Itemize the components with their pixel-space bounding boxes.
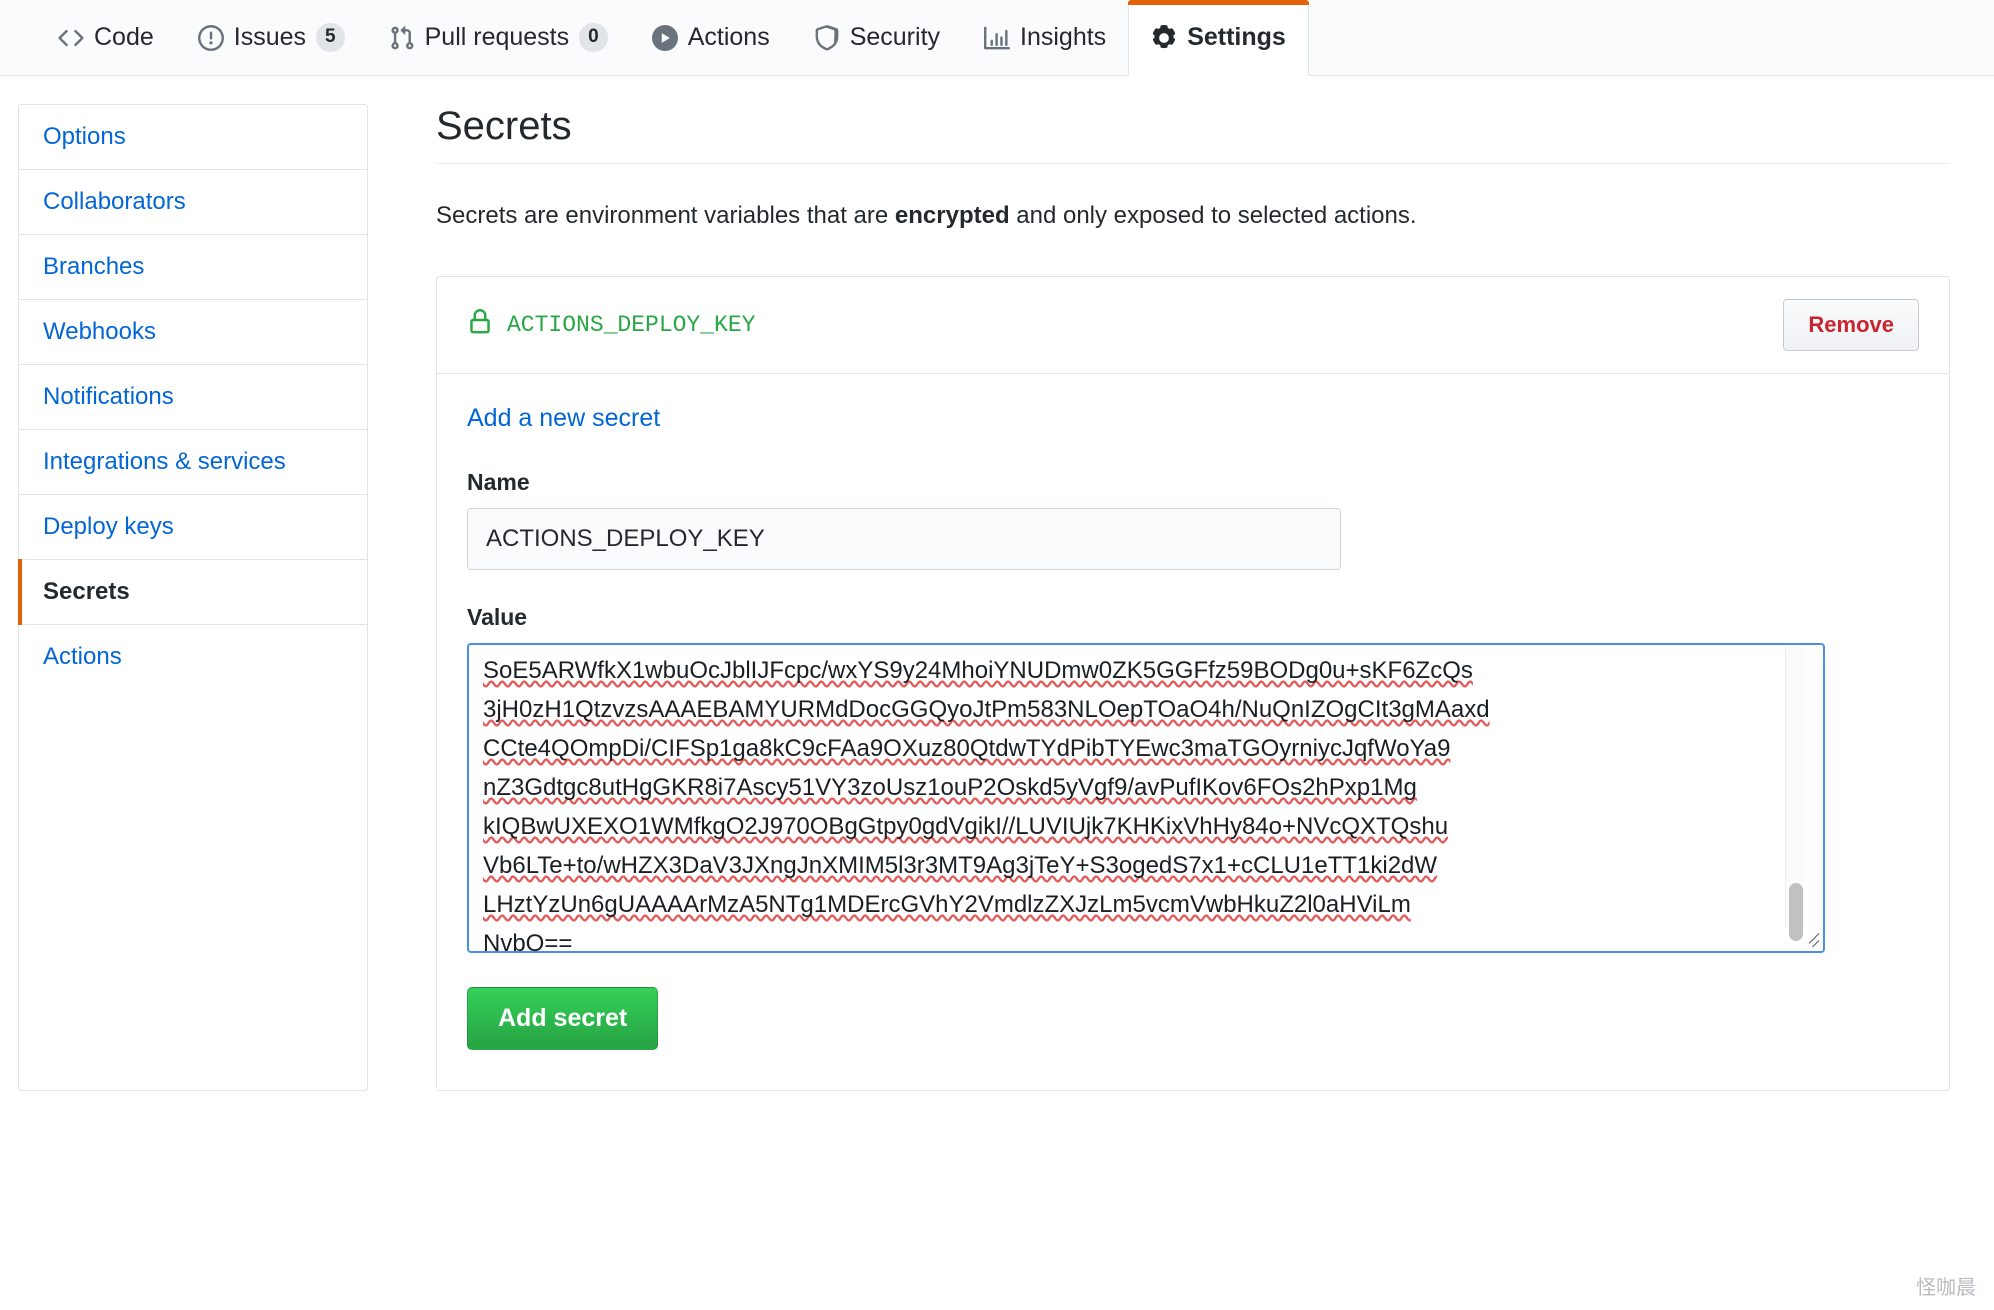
add-new-secret-link[interactable]: Add a new secret [467,404,660,433]
secret-value-line: nZ3Gdtgc8utHgGKR8i7Ascy51VY3zoUsz1ouP2Os… [483,768,1779,807]
secret-name-input[interactable] [467,508,1341,570]
description-emphasis: encrypted [895,202,1010,229]
tab-code[interactable]: Code [36,0,176,75]
secret-name-label: ACTIONS_DEPLOY_KEY [507,312,755,338]
sidebar-item-collaborators[interactable]: Collaborators [19,170,367,235]
code-icon [58,25,84,51]
sidebar-item-integrations-services[interactable]: Integrations & services [19,430,367,495]
secret-value-line: NvbQ== [483,924,1779,951]
shield-icon [814,25,840,51]
secret-name-group: ACTIONS_DEPLOY_KEY [467,309,755,342]
secret-value-textarea[interactable]: SoE5ARWfkX1wbuOcJblIJFcpc/wxYS9y24MhoiYN… [467,643,1825,953]
tab-settings-label: Settings [1187,25,1286,50]
repository-nav: Code Issues 5 Pull requests 0 Actions Se… [0,0,1994,76]
tab-pull-requests-label: Pull requests [425,25,570,50]
secret-value-line: CCte4QOmpDi/CIFSp1ga8kC9cFAa9OXuz80QtdwT… [483,729,1779,768]
secret-value-line: SoE5ARWfkX1wbuOcJblIJFcpc/wxYS9y24MhoiYN… [483,651,1779,690]
watermark: 怪咖晨 [1916,1271,1976,1300]
secrets-description: Secrets are environment variables that a… [436,198,1950,234]
pull-requests-count-badge: 0 [579,23,608,52]
secret-value-line: Vb6LTe+to/wHZX3DaV3JXngJnXMIM5l3r3MT9Ag3… [483,846,1779,885]
sidebar-item-secrets[interactable]: Secrets [19,560,367,625]
tab-pull-requests[interactable]: Pull requests 0 [367,0,630,75]
tab-actions[interactable]: Actions [630,0,792,75]
secret-value-line: kIQBwUXEXO1WMfkgO2J970OBgGtpy0gdVgikI//L… [483,807,1779,846]
graph-icon [984,25,1010,51]
secret-value-text: SoE5ARWfkX1wbuOcJblIJFcpc/wxYS9y24MhoiYN… [483,651,1779,951]
secrets-box: ACTIONS_DEPLOY_KEY Remove Add a new secr… [436,276,1950,1091]
sidebar-item-webhooks[interactable]: Webhooks [19,300,367,365]
name-field-label: Name [467,469,1919,496]
play-icon [652,25,678,51]
tab-issues[interactable]: Issues 5 [176,0,367,75]
sidebar-item-options[interactable]: Options [19,105,367,170]
settings-page: Options Collaborators Branches Webhooks … [0,76,1994,1091]
git-pull-request-icon [389,25,415,51]
tab-settings[interactable]: Settings [1128,0,1309,76]
gear-icon [1151,25,1177,51]
description-text-before: Secrets are environment variables that a… [436,202,895,229]
sidebar-item-deploy-keys[interactable]: Deploy keys [19,495,367,560]
description-text-after: and only exposed to selected actions. [1010,202,1417,229]
page-title: Secrets [436,104,1950,164]
textarea-scrollbar[interactable] [1785,645,1805,927]
settings-content: Secrets Secrets are environment variable… [368,104,1994,1091]
secret-value-line: 3jH0zH1QtzvzsAAAEBAMYURMdDocGGQyoJtPm583… [483,690,1779,729]
tab-security-label: Security [850,25,940,50]
secret-value-line: LHztYzUn6gUAAAArMzA5NTg1MDErcGVhY2VmdlzZ… [483,885,1779,924]
sidebar-item-actions[interactable]: Actions [19,625,367,689]
tab-issues-label: Issues [234,25,306,50]
issues-count-badge: 5 [316,23,345,52]
add-secret-form: Add a new secret Name Value SoE5ARWfkX1w… [437,374,1949,1090]
sidebar-item-notifications[interactable]: Notifications [19,365,367,430]
value-field-label: Value [467,604,1919,631]
settings-sidebar: Options Collaborators Branches Webhooks … [18,104,368,1091]
tab-insights[interactable]: Insights [962,0,1128,75]
sidebar-item-branches[interactable]: Branches [19,235,367,300]
issue-opened-icon [198,25,224,51]
textarea-resize-handle[interactable] [1797,926,1819,948]
add-secret-button[interactable]: Add secret [467,987,658,1050]
tab-actions-label: Actions [688,25,770,50]
remove-secret-button[interactable]: Remove [1783,299,1919,351]
tab-security[interactable]: Security [792,0,962,75]
tab-code-label: Code [94,25,154,50]
lock-icon [467,309,493,342]
secret-list-item: ACTIONS_DEPLOY_KEY Remove [437,277,1949,374]
tab-insights-label: Insights [1020,25,1106,50]
